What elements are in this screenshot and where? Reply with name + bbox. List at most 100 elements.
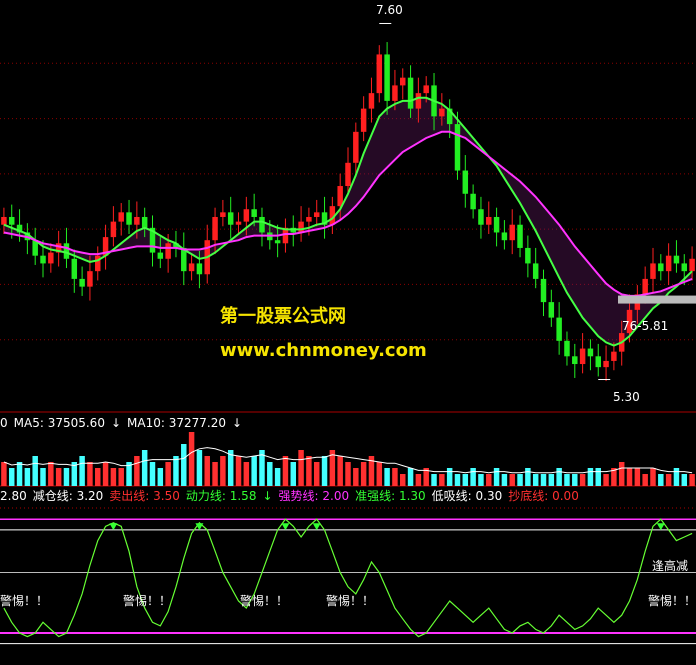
indicator-legend-item-2: 卖出线: 3.50 — [109, 489, 180, 503]
volume-bar — [681, 474, 688, 486]
candle-body — [165, 243, 171, 259]
volume-bar — [689, 474, 695, 486]
volume-bar — [24, 468, 31, 486]
candle-body — [157, 252, 164, 259]
candle-body — [48, 252, 54, 264]
volume-bar — [595, 468, 601, 486]
indicator-legend-item-0: 2.80 — [0, 489, 27, 503]
volume-bar — [415, 474, 422, 486]
volume-bar — [110, 468, 117, 486]
volume-bar — [540, 474, 547, 486]
volume-bar — [650, 468, 656, 486]
candle-body — [126, 212, 132, 225]
volume-bar — [337, 456, 343, 486]
high-price-label: 7.60 — [376, 3, 403, 17]
candle-body — [188, 263, 195, 272]
candle-body — [8, 216, 15, 225]
candle-body — [134, 216, 140, 225]
volume-bar — [493, 468, 500, 486]
volume-legend-item-3: MA10: 37277.20 — [127, 416, 226, 430]
chart-root: { "watermark": {"line1": "第一股票公式网", "lin… — [0, 0, 696, 665]
candle-body — [235, 221, 242, 225]
volume-bar — [149, 462, 156, 486]
volume-bar — [157, 468, 164, 486]
volume-bar — [141, 450, 148, 486]
candle-body — [110, 221, 117, 238]
warning-label-1: 警惕！！ — [0, 594, 49, 608]
candle-body — [525, 247, 531, 264]
candle-body — [579, 348, 586, 365]
volume-bar — [55, 468, 62, 486]
volume-bar — [313, 462, 320, 486]
volume-bar — [181, 444, 187, 486]
candle-body — [227, 212, 234, 225]
ma-cloud — [3, 97, 693, 346]
candle-body — [79, 278, 85, 287]
candle-body — [87, 271, 93, 287]
volume-legend: 0 MA5: 37505.60 ↓ MA10: 37277.20 ↓ — [0, 416, 248, 430]
volume-bar — [603, 474, 609, 486]
candle-body — [572, 356, 578, 365]
volume-bar — [267, 462, 273, 486]
last-price-bar — [618, 295, 696, 304]
candle-body — [259, 216, 265, 233]
candle-body — [196, 263, 203, 275]
volume-bar — [360, 462, 367, 486]
volume-bar — [509, 474, 515, 486]
volume-bar — [282, 456, 289, 486]
candle-body — [439, 108, 445, 117]
sell-signal-arrow — [281, 523, 290, 531]
candle-body — [63, 243, 70, 259]
indicator-legend-item-6: 准强线: 1.30 — [355, 489, 426, 503]
volume-bar — [400, 474, 406, 486]
low-price-label: 5.30 — [613, 390, 640, 404]
indicator-legend-item-1: 减仓线: 3.20 — [32, 489, 104, 503]
volume-bar — [579, 474, 586, 486]
candle-body — [243, 209, 250, 222]
volume-bar — [48, 462, 54, 486]
volume-bar — [1, 462, 7, 486]
candle-body — [462, 170, 469, 194]
indicator-legend-item-7: 低吸线: 0.30 — [431, 489, 503, 503]
indicator-legend-item-5: 强势线: 2.00 — [278, 489, 350, 503]
candle-body — [658, 263, 664, 272]
sell-signal-arrow — [656, 523, 665, 531]
candle-body — [376, 54, 383, 94]
candle-body — [212, 216, 218, 241]
candle-body — [478, 209, 484, 225]
volume-bar — [204, 456, 210, 486]
watermark-title: 第一股票公式网 — [220, 306, 346, 327]
candle-body — [360, 108, 367, 132]
candle-body — [400, 77, 406, 86]
volume-bar — [618, 462, 625, 486]
chart-svg — [0, 22, 696, 645]
volume-bar — [501, 474, 508, 486]
candle-body — [611, 351, 617, 361]
volume-bar — [556, 468, 562, 486]
volume-bar — [384, 468, 390, 486]
watermark-url: www.chnmoney.com — [220, 340, 427, 361]
volume-bar — [251, 456, 257, 486]
candle-body — [1, 216, 7, 225]
volume-bar — [79, 456, 85, 486]
candle-body — [345, 162, 351, 187]
volume-bar — [87, 462, 93, 486]
candle-body — [306, 216, 312, 222]
volume-bar — [40, 468, 46, 486]
volume-bar — [353, 468, 359, 486]
warning-label-2: 警惕！！ — [123, 594, 172, 608]
volume-bar — [658, 474, 664, 486]
volume-bar — [32, 456, 38, 486]
candle-body — [509, 224, 515, 241]
indicator-legend-item-8: 抄底线: 0.00 — [508, 489, 579, 503]
indicator-legend-item-3: 动力线: 1.58 — [185, 489, 257, 503]
indicator-line — [3, 518, 693, 638]
volume-bar — [376, 462, 383, 486]
candle-body — [118, 212, 124, 222]
candle-body — [470, 193, 476, 210]
volume-bar — [306, 456, 312, 486]
volume-bar — [642, 474, 648, 486]
volume-bar — [274, 468, 281, 486]
candle-body — [337, 186, 343, 207]
volume-bar — [626, 468, 633, 486]
